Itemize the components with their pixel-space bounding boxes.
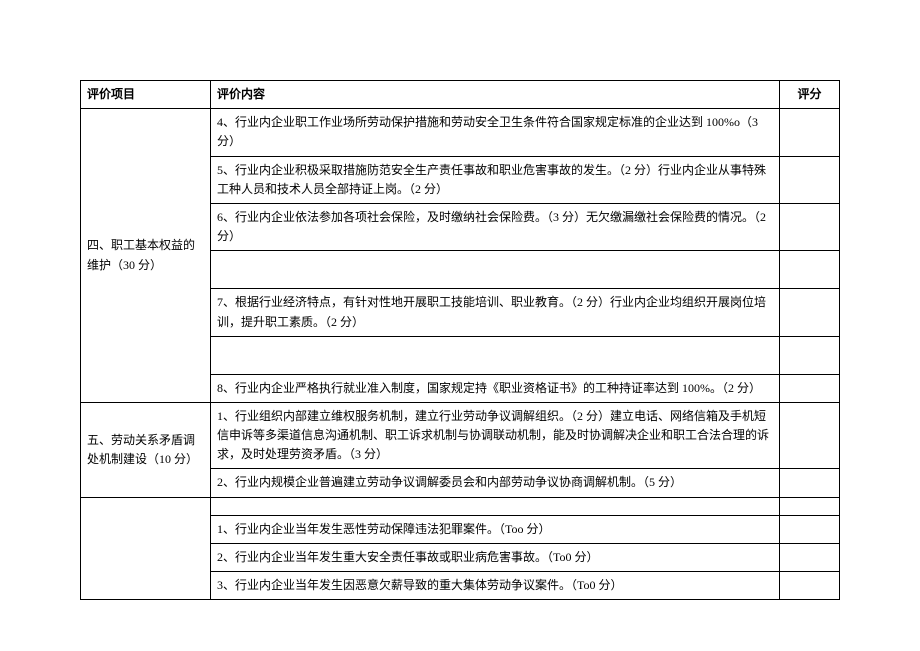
table-header-row: 评价项目 评价内容 评分 [81,81,840,109]
score-cell [780,156,840,203]
score-cell [780,543,840,571]
section-name-1: 五、劳动关系矛盾调处机制建设（10 分） [81,402,211,497]
score-cell [780,251,840,289]
content-cell: 6、行业内企业依法参加各项社会保险，及时缴纳社会保险费。（3 分）无欠缴漏缴社会… [211,203,780,250]
content-cell: 5、行业内企业积极采取措施防范安全生产责任事故和职业危害事故的发生。（2 分）行… [211,156,780,203]
score-cell [780,289,840,336]
content-cell-empty [211,251,780,289]
content-cell: 2、行业内企业当年发生重大安全责任事故或职业病危害事故。（To0 分） [211,543,780,571]
evaluation-table: 评价项目 评价内容 评分 四、职工基本权益的维护（30 分） 4、行业内企业职工… [80,80,840,600]
table-row-spacer [81,497,840,515]
content-cell: 1、行业内企业当年发生恶性劳动保障违法犯罪案件。（Too 分） [211,515,780,543]
content-cell: 2、行业内规模企业普遍建立劳动争议调解委员会和内部劳动争议协商调解机制。（5 分… [211,469,780,497]
content-cell: 4、行业内企业职工作业场所劳动保护措施和劳动安全卫生条件符合国家规定标准的企业达… [211,109,780,156]
score-cell [780,374,840,402]
header-content: 评价内容 [211,81,780,109]
header-item: 评价项目 [81,81,211,109]
content-cell: 1、行业组织内部建立维权服务机制，建立行业劳动争议调解组织。（2 分）建立电话、… [211,402,780,469]
score-cell [780,402,840,469]
content-cell: 7、根据行业经济特点，有针对性地开展职工技能培训、职业教育。（2 分）行业内企业… [211,289,780,336]
content-cell: 8、行业内企业严格执行就业准入制度，国家规定持《职业资格证书》的工种持证率达到 … [211,374,780,402]
header-score: 评分 [780,81,840,109]
section-name-0: 四、职工基本权益的维护（30 分） [81,109,211,403]
table-row: 五、劳动关系矛盾调处机制建设（10 分） 1、行业组织内部建立维权服务机制，建立… [81,402,840,469]
content-cell-empty [211,497,780,515]
score-cell [780,497,840,515]
content-cell: 3、行业内企业当年发生因恶意欠薪导致的重大集体劳动争议案件。（To0 分） [211,572,780,600]
score-cell [780,572,840,600]
score-cell [780,203,840,250]
score-cell [780,469,840,497]
score-cell [780,109,840,156]
score-cell [780,336,840,374]
content-cell-empty [211,336,780,374]
table-row: 四、职工基本权益的维护（30 分） 4、行业内企业职工作业场所劳动保护措施和劳动… [81,109,840,156]
score-cell [780,515,840,543]
section-name-2 [81,497,211,600]
